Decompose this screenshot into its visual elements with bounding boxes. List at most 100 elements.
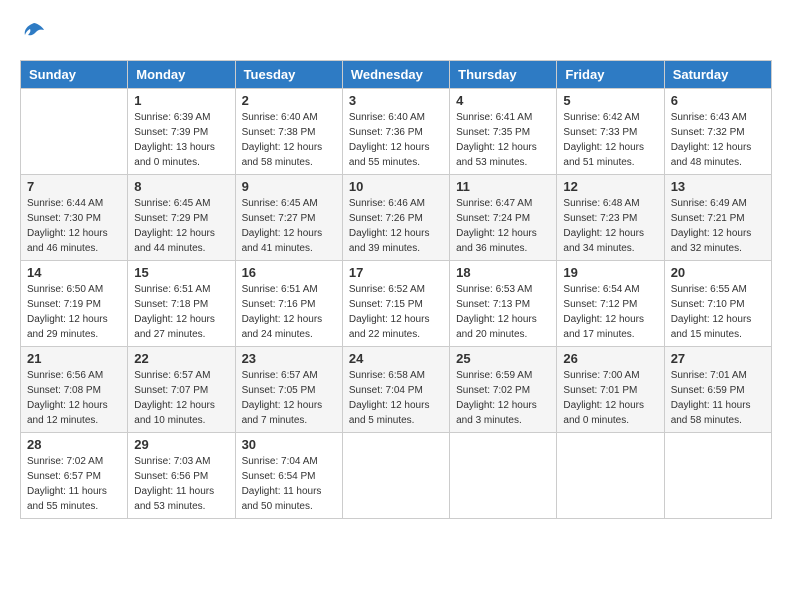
calendar-week-2: 7Sunrise: 6:44 AM Sunset: 7:30 PM Daylig…: [21, 174, 772, 260]
day-number: 20: [671, 265, 765, 280]
calendar-cell: 4 Sunrise: 6:41 AM Sunset: 7:35 PM Daylig…: [450, 88, 557, 174]
day-number: 8: [134, 179, 228, 194]
weekday-header-wednesday: Wednesday: [342, 60, 449, 88]
day-number: 11: [456, 179, 550, 194]
weekday-header-monday: Monday: [128, 60, 235, 88]
calendar-cell: 12 Sunrise: 6:48 AM Sunset: 7:23 PM Dayli…: [557, 174, 664, 260]
calendar-cell: 25 Sunrise: 6:59 AM Sunset: 7:02 PM Dayli…: [450, 346, 557, 432]
calendar-cell: 10 Sunrise: 6:46 AM Sunset: 7:26 PM Dayli…: [342, 174, 449, 260]
day-number: 27: [671, 351, 765, 366]
calendar-cell: 24 Sunrise: 6:58 AM Sunset: 7:04 PM Dayli…: [342, 346, 449, 432]
weekday-header-tuesday: Tuesday: [235, 60, 342, 88]
logo: [20, 20, 46, 50]
day-number: 3: [349, 93, 443, 108]
day-info: Sunrise: 6:46 AM Sunset: 7:26 PM Dayligh…: [349, 196, 443, 256]
day-info: Sunrise: 6:48 AM Sunset: 7:23 PM Dayligh…: [563, 196, 657, 256]
day-number: 13: [671, 179, 765, 194]
calendar-cell: 27Sunrise: 7:01 AM Sunset: 6:59 PM Dayli…: [664, 346, 771, 432]
weekday-header-saturday: Saturday: [664, 60, 771, 88]
day-info: Sunrise: 6:52 AM Sunset: 7:15 PM Dayligh…: [349, 282, 443, 342]
calendar-cell: [557, 432, 664, 518]
weekday-header-thursday: Thursday: [450, 60, 557, 88]
calendar-cell: 2Sunrise: 6:40 AM Sunset: 7:38 PM Daylig…: [235, 88, 342, 174]
calendar-cell: 21 Sunrise: 6:56 AM Sunset: 7:08 PM Dayli…: [21, 346, 128, 432]
logo-text: [20, 20, 46, 50]
day-info: Sunrise: 6:45 AM Sunset: 7:27 PM Dayligh…: [242, 196, 336, 256]
day-number: 12: [563, 179, 657, 194]
calendar-cell: 18 Sunrise: 6:53 AM Sunset: 7:13 PM Dayli…: [450, 260, 557, 346]
calendar-cell: 1 Sunrise: 6:39 AM Sunset: 7:39 PM Daylig…: [128, 88, 235, 174]
calendar-cell: 5 Sunrise: 6:42 AM Sunset: 7:33 PM Daylig…: [557, 88, 664, 174]
calendar-week-3: 14 Sunrise: 6:50 AM Sunset: 7:19 PM Dayli…: [21, 260, 772, 346]
calendar-cell: 9Sunrise: 6:45 AM Sunset: 7:27 PM Daylig…: [235, 174, 342, 260]
day-info: Sunrise: 6:45 AM Sunset: 7:29 PM Dayligh…: [134, 196, 228, 256]
day-info: Sunrise: 6:58 AM Sunset: 7:04 PM Dayligh…: [349, 368, 443, 428]
day-info: Sunrise: 6:57 AM Sunset: 7:05 PM Dayligh…: [242, 368, 336, 428]
day-info: Sunrise: 6:42 AM Sunset: 7:33 PM Dayligh…: [563, 110, 657, 170]
day-number: 5: [563, 93, 657, 108]
day-number: 14: [27, 265, 121, 280]
day-info: Sunrise: 6:57 AM Sunset: 7:07 PM Dayligh…: [134, 368, 228, 428]
calendar-cell: [21, 88, 128, 174]
calendar-cell: 23 Sunrise: 6:57 AM Sunset: 7:05 PM Dayli…: [235, 346, 342, 432]
day-info: Sunrise: 6:44 AM Sunset: 7:30 PM Dayligh…: [27, 196, 121, 256]
calendar-table: SundayMondayTuesdayWednesdayThursdayFrid…: [20, 60, 772, 519]
day-number: 10: [349, 179, 443, 194]
day-number: 19: [563, 265, 657, 280]
calendar-week-4: 21 Sunrise: 6:56 AM Sunset: 7:08 PM Dayli…: [21, 346, 772, 432]
day-number: 24: [349, 351, 443, 366]
calendar-cell: 16 Sunrise: 6:51 AM Sunset: 7:16 PM Dayli…: [235, 260, 342, 346]
day-info: Sunrise: 6:56 AM Sunset: 7:08 PM Dayligh…: [27, 368, 121, 428]
day-number: 21: [27, 351, 121, 366]
day-info: Sunrise: 6:50 AM Sunset: 7:19 PM Dayligh…: [27, 282, 121, 342]
day-number: 1: [134, 93, 228, 108]
calendar-header-row: SundayMondayTuesdayWednesdayThursdayFrid…: [21, 60, 772, 88]
calendar-cell: 30 Sunrise: 7:04 AM Sunset: 6:54 PM Dayli…: [235, 432, 342, 518]
day-info: Sunrise: 6:43 AM Sunset: 7:32 PM Dayligh…: [671, 110, 765, 170]
calendar-cell: 7Sunrise: 6:44 AM Sunset: 7:30 PM Daylig…: [21, 174, 128, 260]
day-info: Sunrise: 7:00 AM Sunset: 7:01 PM Dayligh…: [563, 368, 657, 428]
day-info: Sunrise: 6:40 AM Sunset: 7:38 PM Dayligh…: [242, 110, 336, 170]
day-info: Sunrise: 6:40 AM Sunset: 7:36 PM Dayligh…: [349, 110, 443, 170]
calendar-cell: 17 Sunrise: 6:52 AM Sunset: 7:15 PM Dayli…: [342, 260, 449, 346]
page-header: [20, 20, 772, 50]
day-number: 18: [456, 265, 550, 280]
day-info: Sunrise: 6:59 AM Sunset: 7:02 PM Dayligh…: [456, 368, 550, 428]
day-info: Sunrise: 7:04 AM Sunset: 6:54 PM Dayligh…: [242, 454, 336, 514]
day-info: Sunrise: 6:49 AM Sunset: 7:21 PM Dayligh…: [671, 196, 765, 256]
day-info: Sunrise: 6:39 AM Sunset: 7:39 PM Dayligh…: [134, 110, 228, 170]
day-info: Sunrise: 6:47 AM Sunset: 7:24 PM Dayligh…: [456, 196, 550, 256]
day-number: 6: [671, 93, 765, 108]
day-number: 26: [563, 351, 657, 366]
day-info: Sunrise: 6:53 AM Sunset: 7:13 PM Dayligh…: [456, 282, 550, 342]
calendar-week-1: 1 Sunrise: 6:39 AM Sunset: 7:39 PM Daylig…: [21, 88, 772, 174]
day-number: 30: [242, 437, 336, 452]
day-number: 22: [134, 351, 228, 366]
calendar-cell: 22 Sunrise: 6:57 AM Sunset: 7:07 PM Dayli…: [128, 346, 235, 432]
day-number: 23: [242, 351, 336, 366]
day-info: Sunrise: 7:02 AM Sunset: 6:57 PM Dayligh…: [27, 454, 121, 514]
day-number: 4: [456, 93, 550, 108]
day-number: 17: [349, 265, 443, 280]
calendar-cell: 20 Sunrise: 6:55 AM Sunset: 7:10 PM Dayli…: [664, 260, 771, 346]
calendar-cell: 26 Sunrise: 7:00 AM Sunset: 7:01 PM Dayli…: [557, 346, 664, 432]
calendar-cell: 8 Sunrise: 6:45 AM Sunset: 7:29 PM Daylig…: [128, 174, 235, 260]
calendar-cell: 14 Sunrise: 6:50 AM Sunset: 7:19 PM Dayli…: [21, 260, 128, 346]
day-number: 16: [242, 265, 336, 280]
calendar-cell: 29Sunrise: 7:03 AM Sunset: 6:56 PM Dayli…: [128, 432, 235, 518]
calendar-cell: [342, 432, 449, 518]
calendar-cell: [664, 432, 771, 518]
day-info: Sunrise: 6:55 AM Sunset: 7:10 PM Dayligh…: [671, 282, 765, 342]
calendar-cell: 13 Sunrise: 6:49 AM Sunset: 7:21 PM Dayli…: [664, 174, 771, 260]
day-info: Sunrise: 6:54 AM Sunset: 7:12 PM Dayligh…: [563, 282, 657, 342]
calendar-cell: 15Sunrise: 6:51 AM Sunset: 7:18 PM Dayli…: [128, 260, 235, 346]
calendar-cell: 3 Sunrise: 6:40 AM Sunset: 7:36 PM Daylig…: [342, 88, 449, 174]
day-number: 15: [134, 265, 228, 280]
day-info: Sunrise: 6:51 AM Sunset: 7:16 PM Dayligh…: [242, 282, 336, 342]
day-number: 25: [456, 351, 550, 366]
day-number: 28: [27, 437, 121, 452]
calendar-cell: 11 Sunrise: 6:47 AM Sunset: 7:24 PM Dayli…: [450, 174, 557, 260]
weekday-header-friday: Friday: [557, 60, 664, 88]
calendar-cell: 19 Sunrise: 6:54 AM Sunset: 7:12 PM Dayli…: [557, 260, 664, 346]
day-info: Sunrise: 6:41 AM Sunset: 7:35 PM Dayligh…: [456, 110, 550, 170]
